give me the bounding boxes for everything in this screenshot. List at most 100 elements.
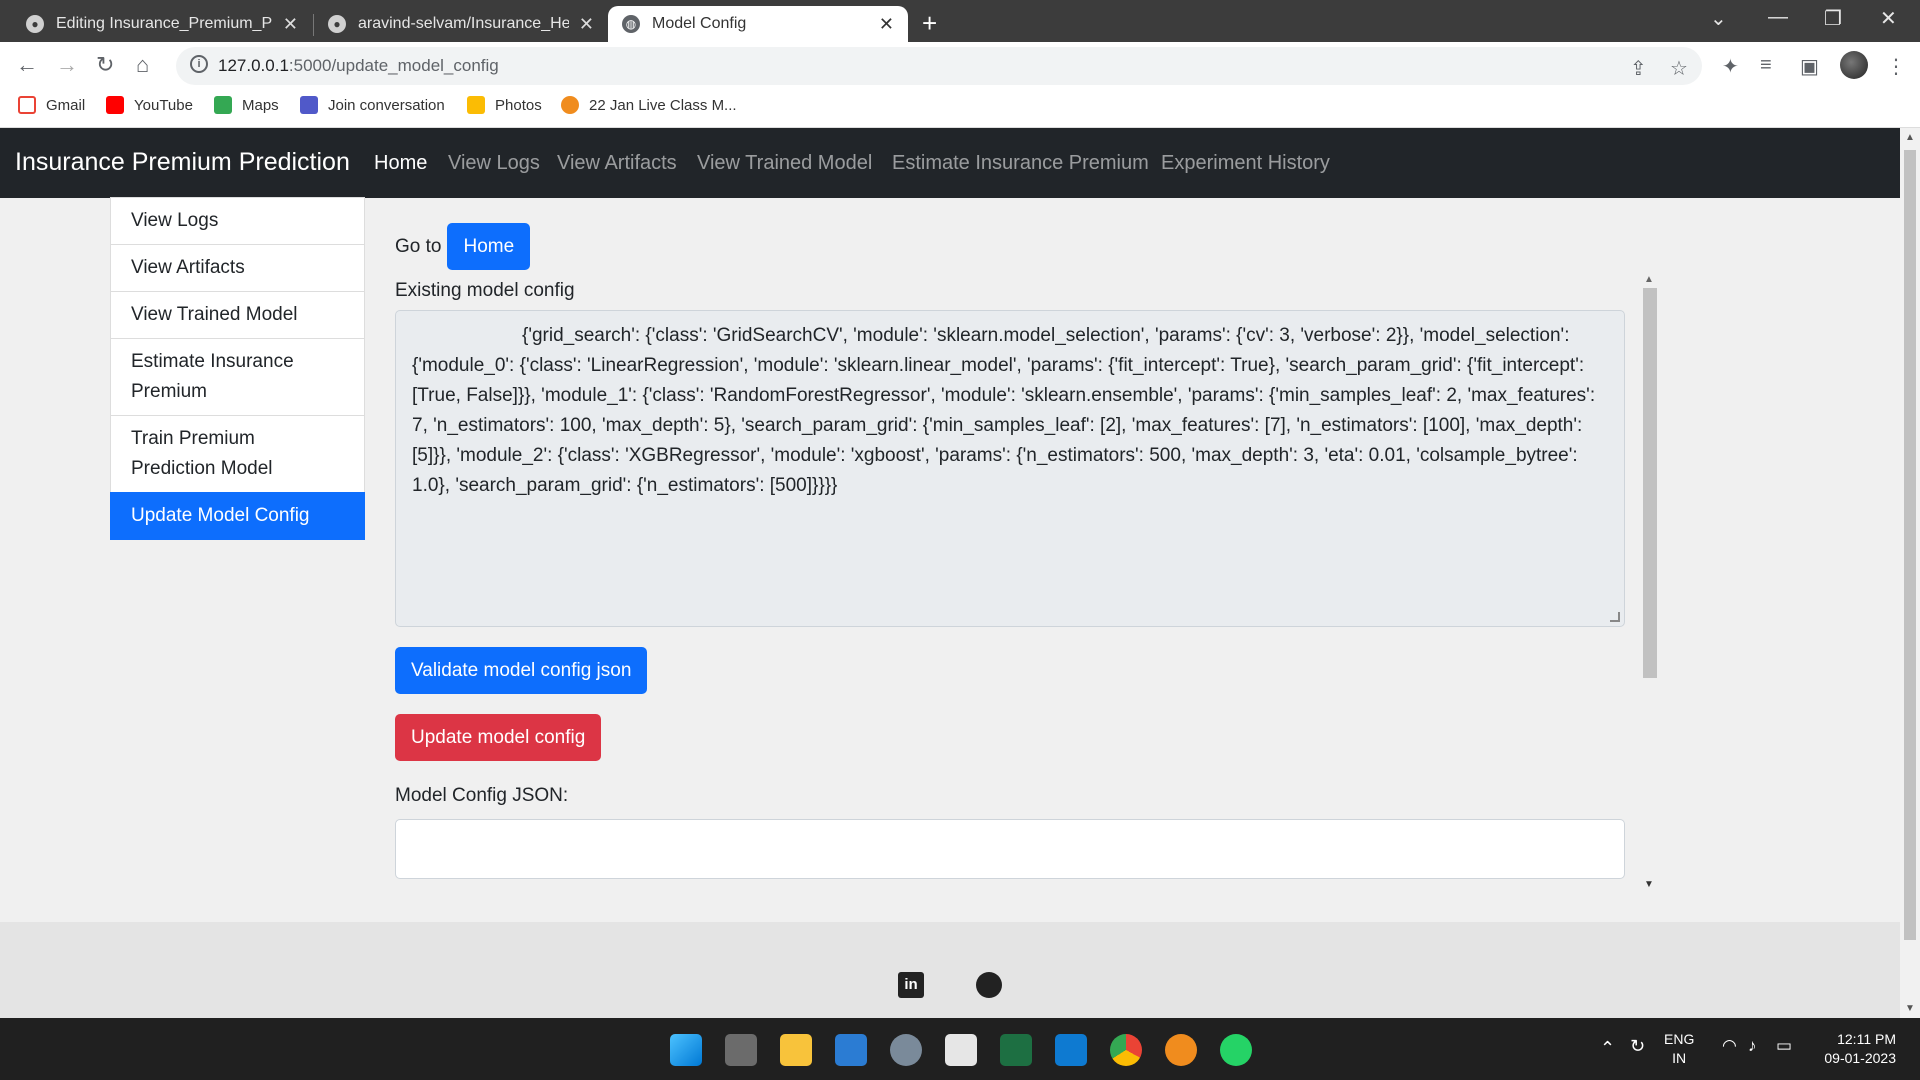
- nav-view-logs[interactable]: View Logs: [448, 152, 540, 175]
- mail-icon[interactable]: [835, 1034, 867, 1066]
- nav-view-artifacts[interactable]: View Artifacts: [557, 152, 677, 175]
- home-icon[interactable]: ⌂: [136, 52, 149, 78]
- sidebar-list: View Logs View Artifacts View Trained Mo…: [110, 197, 365, 540]
- bookmark-label: Gmail: [46, 96, 86, 114]
- home-button[interactable]: Home: [447, 223, 531, 270]
- bookmark-maps[interactable]: Maps: [214, 96, 279, 114]
- tab-editing-insurance[interactable]: ● Editing Insurance_Premium_Pred ✕: [12, 6, 312, 42]
- content-scrollbar[interactable]: ▲ ▼: [1640, 274, 1658, 890]
- scroll-up-icon[interactable]: ▲: [1905, 132, 1915, 143]
- page-scrollbar[interactable]: ▲ ▼: [1900, 128, 1920, 1018]
- sidebar-item-estimate-premium[interactable]: Estimate Insurance Premium: [110, 338, 365, 416]
- reload-icon[interactable]: ↻: [96, 52, 114, 78]
- existing-config-textarea[interactable]: {'grid_search': {'class': 'GridSearchCV'…: [395, 310, 1625, 627]
- window-close-icon[interactable]: ✕: [1880, 6, 1897, 31]
- bookmark-star-icon[interactable]: ☆: [1670, 56, 1688, 81]
- tab-search-icon[interactable]: ⌄: [1710, 6, 1727, 31]
- github-icon: ●: [26, 15, 44, 33]
- bookmark-label: Maps: [242, 96, 279, 114]
- bookmark-youtube[interactable]: YouTube: [106, 96, 193, 114]
- microsoft-store-icon[interactable]: [945, 1034, 977, 1066]
- content-scroll-thumb[interactable]: [1643, 288, 1657, 678]
- goto-label: Go to: [395, 235, 442, 257]
- start-windows-icon[interactable]: [670, 1034, 702, 1066]
- side-panel-icon[interactable]: ▣: [1800, 54, 1819, 79]
- sidebar-item-update-model-config[interactable]: Update Model Config: [110, 492, 365, 540]
- extensions-icon[interactable]: ✦: [1722, 54, 1739, 79]
- goto-row: Go to Home: [395, 223, 1625, 270]
- bookmark-live-class[interactable]: 22 Jan Live Class M...: [561, 96, 737, 114]
- profile-avatar[interactable]: [1840, 51, 1868, 79]
- top-navbar: Insurance Premium Prediction Home View L…: [0, 128, 1900, 198]
- vscode-icon[interactable]: [1055, 1034, 1087, 1066]
- clock[interactable]: 12:11 PM 09-01-2023: [1812, 1030, 1896, 1068]
- bookmark-photos[interactable]: Photos: [467, 96, 542, 114]
- sidebar-item-view-trained-model[interactable]: View Trained Model: [110, 291, 365, 339]
- page-scroll-thumb[interactable]: [1904, 150, 1916, 940]
- bookmark-label: 22 Jan Live Class M...: [589, 96, 737, 114]
- language-code: ENG: [1664, 1031, 1695, 1047]
- model-config-json-textarea[interactable]: [395, 819, 1625, 879]
- scroll-up-icon[interactable]: ▲: [1644, 274, 1654, 285]
- nav-experiment-history[interactable]: Experiment History: [1161, 152, 1330, 175]
- settings-gear-icon[interactable]: [890, 1034, 922, 1066]
- close-icon[interactable]: ✕: [879, 14, 894, 35]
- close-icon[interactable]: ✕: [579, 14, 594, 35]
- validate-config-button[interactable]: Validate model config json: [395, 647, 648, 694]
- restore-icon[interactable]: ❐: [1824, 6, 1842, 31]
- update-config-button[interactable]: Update model config: [395, 714, 602, 761]
- file-explorer-icon[interactable]: [780, 1034, 812, 1066]
- chrome-icon[interactable]: [1110, 1034, 1142, 1066]
- tab-title: aravind-selvam/Insurance_Health: [358, 15, 569, 32]
- bookmark-gmail[interactable]: Gmail: [18, 96, 85, 114]
- back-icon[interactable]: ←: [16, 52, 38, 78]
- clock-time: 12:11 PM: [1837, 1031, 1896, 1047]
- site-info-icon[interactable]: i: [190, 55, 208, 73]
- battery-icon[interactable]: ▭: [1776, 1036, 1792, 1056]
- new-tab-button[interactable]: +: [922, 8, 937, 39]
- sidebar-item-view-artifacts[interactable]: View Artifacts: [110, 244, 365, 292]
- media-control-icon[interactable]: ≡: [1760, 54, 1772, 77]
- nav-view-trained-model[interactable]: View Trained Model: [697, 152, 872, 175]
- tab-title: Editing Insurance_Premium_Pred: [56, 15, 273, 32]
- language-indicator[interactable]: ENG IN: [1664, 1030, 1694, 1068]
- scroll-down-icon[interactable]: ▼: [1905, 1003, 1915, 1014]
- url-path: :5000/update_model_config: [288, 56, 499, 75]
- github-icon[interactable]: [976, 972, 1002, 998]
- share-icon[interactable]: ⇪: [1630, 56, 1647, 81]
- address-bar[interactable]: i 127.0.0.1:5000/update_model_config ⇪ ☆: [176, 47, 1702, 85]
- navbar-brand[interactable]: Insurance Premium Prediction: [15, 148, 350, 177]
- nav-estimate-premium[interactable]: Estimate Insurance Premium: [892, 152, 1149, 175]
- whatsapp-icon[interactable]: [1220, 1034, 1252, 1066]
- teams-icon: [300, 96, 318, 114]
- existing-config-label: Existing model config: [395, 280, 575, 301]
- bookmark-join-conversation[interactable]: Join conversation: [300, 96, 445, 114]
- sidebar-item-view-logs[interactable]: View Logs: [110, 197, 365, 245]
- minimize-icon[interactable]: —: [1768, 6, 1788, 29]
- menu-kebab-icon[interactable]: ⋮: [1886, 54, 1906, 79]
- close-icon[interactable]: ✕: [283, 14, 298, 35]
- resize-handle-icon[interactable]: [1610, 612, 1620, 622]
- clock-date: 09-01-2023: [1824, 1050, 1896, 1066]
- task-view-icon[interactable]: [725, 1034, 757, 1066]
- nav-home[interactable]: Home: [374, 152, 427, 175]
- gmail-icon: [18, 96, 36, 114]
- ineuron-app-icon[interactable]: [1165, 1034, 1197, 1066]
- sync-icon[interactable]: ↻: [1630, 1036, 1645, 1057]
- existing-config-text: {'grid_search': {'class': 'GridSearchCV'…: [412, 325, 1596, 496]
- chevron-up-icon[interactable]: ⌃: [1600, 1038, 1615, 1059]
- sidebar-item-train-model[interactable]: Train Premium Prediction Model: [110, 415, 365, 493]
- tab-title: Model Config: [652, 15, 747, 32]
- bookmark-label: Join conversation: [328, 96, 445, 114]
- browser-toolbar: ← → ↻ ⌂ i 127.0.0.1:5000/update_model_co…: [0, 42, 1920, 90]
- scroll-down-icon[interactable]: ▼: [1644, 879, 1654, 890]
- volume-icon[interactable]: ♪: [1748, 1036, 1757, 1056]
- linkedin-icon[interactable]: in: [898, 972, 924, 998]
- tab-model-config[interactable]: ◍ Model Config ✕: [608, 6, 908, 42]
- wifi-icon[interactable]: ◠: [1722, 1036, 1737, 1056]
- main-content: Go to Home Existing model config {'grid_…: [395, 223, 1625, 879]
- forward-icon[interactable]: →: [56, 52, 78, 78]
- tab-aravind-repo[interactable]: ● aravind-selvam/Insurance_Health ✕: [314, 6, 608, 42]
- globe-icon: ◍: [622, 15, 640, 33]
- excel-icon[interactable]: [1000, 1034, 1032, 1066]
